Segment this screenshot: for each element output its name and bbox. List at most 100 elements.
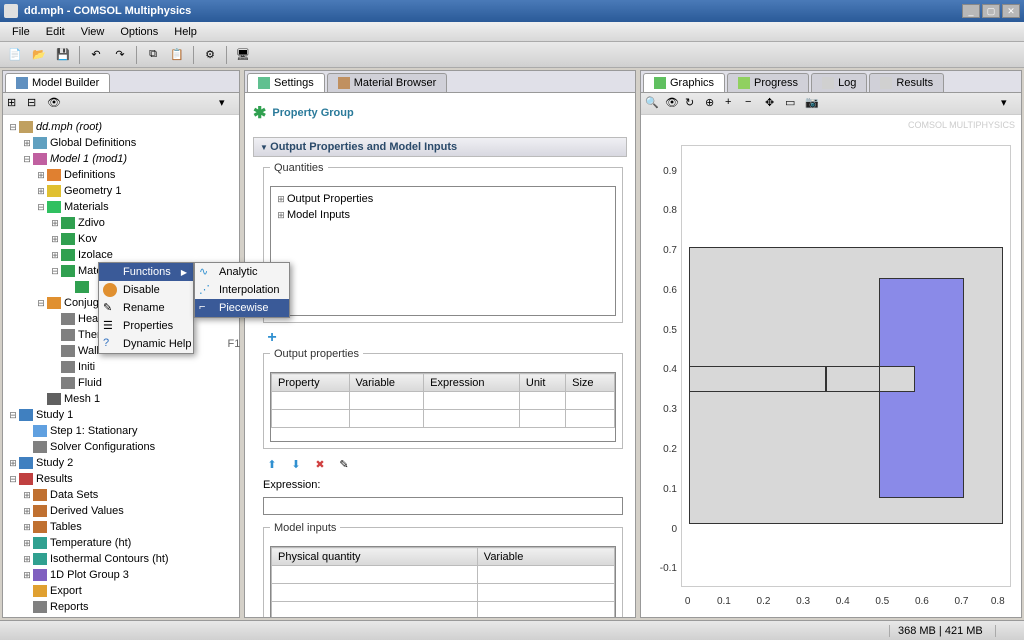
expression-input[interactable]	[263, 497, 623, 515]
collapse-icon[interactable]: ⊟	[27, 96, 43, 112]
zoom-extents-icon[interactable]: ⊕	[705, 96, 721, 112]
x-tick: 0.8	[983, 596, 1013, 607]
select-icon[interactable]: ▭	[785, 96, 801, 112]
section-output-inputs[interactable]: Output Properties and Model Inputs	[253, 137, 627, 157]
tab-results[interactable]: Results	[869, 73, 944, 92]
model-builder-toolbar: ⊞ ⊟ 👁 ▾	[3, 93, 239, 115]
tree-node[interactable]: ⊟Model 1 (mod1)	[7, 151, 235, 167]
redo-icon[interactable]: ↷	[109, 45, 131, 65]
y-tick: 0.4	[651, 364, 677, 375]
eye-icon[interactable]: 👁	[665, 96, 681, 112]
maximize-button[interactable]: ▢	[982, 4, 1000, 18]
zoom-out-icon[interactable]: −	[745, 96, 761, 112]
pan-icon[interactable]: ✥	[765, 96, 781, 112]
tree-node[interactable]: ⊞Derived Values	[7, 503, 235, 519]
menu-options[interactable]: Options	[112, 24, 166, 40]
tree-node[interactable]: Step 1: Stationary	[7, 423, 235, 439]
ctx-rename[interactable]: ✎ Rename F2	[99, 299, 193, 317]
tree-node[interactable]: ⊟Materials	[7, 199, 235, 215]
tree-node[interactable]: Reports	[7, 599, 235, 615]
tree-node[interactable]: Export	[7, 583, 235, 599]
desktop-icon[interactable]: 🖥	[232, 45, 254, 65]
settings-body: ✱ Property Group Output Properties and M…	[245, 93, 635, 617]
rename-icon: ✎	[103, 301, 117, 315]
piecewise-icon: ⌐	[199, 301, 213, 315]
move-up-icon[interactable]: ⬆	[263, 455, 281, 473]
tree-node[interactable]: Fluid	[7, 375, 235, 391]
tree-node[interactable]: ⊞Temperature (ht)	[7, 535, 235, 551]
save-icon[interactable]: 💾	[52, 45, 74, 65]
graphics-panel: Graphics Progress Log Results 🔍 👁 ↻ ⊕ + …	[640, 70, 1022, 618]
options-icon[interactable]: ▾	[219, 96, 235, 112]
ctx-properties[interactable]: ☰ Properties	[99, 317, 193, 335]
y-tick: 0.9	[651, 166, 677, 177]
tree-node[interactable]: Solver Configurations	[7, 439, 235, 455]
tree-node[interactable]: ⊞Kov	[7, 231, 235, 247]
tree-node[interactable]: ⊟Results	[7, 471, 235, 487]
tree-node[interactable]: ⊞Study 2	[7, 455, 235, 471]
tree-node[interactable]: Mesh 1	[7, 391, 235, 407]
tab-settings[interactable]: Settings	[247, 73, 325, 92]
context-submenu-functions: ∿ Analytic ⋰ Interpolation ⌐ Piecewise	[194, 262, 290, 318]
output-properties-table[interactable]: Property Variable Expression Unit Size	[270, 372, 616, 442]
menu-edit[interactable]: Edit	[38, 24, 73, 40]
close-button[interactable]: ✕	[1002, 4, 1020, 18]
tree-node[interactable]: ⊞Zdivo	[7, 215, 235, 231]
tree-icon	[16, 77, 28, 89]
paste-icon[interactable]: 📋	[166, 45, 188, 65]
tree-node[interactable]: ⊞Tables	[7, 519, 235, 535]
move-down-icon[interactable]: ⬇	[287, 455, 305, 473]
tree-node[interactable]: ⊞Isothermal Contours (ht)	[7, 551, 235, 567]
interpolation-icon: ⋰	[199, 283, 213, 297]
x-tick: 0	[673, 596, 703, 607]
tree-node[interactable]: ⊟Study 1	[7, 407, 235, 423]
ctx-dynamic-help[interactable]: ? Dynamic Help F1	[99, 335, 193, 353]
tree-node[interactable]: ⊞Global Definitions	[7, 135, 235, 151]
expand-icon[interactable]: ⊞	[7, 96, 23, 112]
ctx-disable[interactable]: Disable	[99, 281, 193, 299]
zoom-in-icon[interactable]: +	[725, 96, 741, 112]
tree-node[interactable]: ⊞1D Plot Group 3	[7, 567, 235, 583]
menu-file[interactable]: File	[4, 24, 38, 40]
model-inputs-table[interactable]: Physical quantity Variable	[270, 546, 616, 617]
tree-node[interactable]: ⊞Definitions	[7, 167, 235, 183]
tab-material-browser[interactable]: Material Browser	[327, 73, 448, 92]
zoom-icon[interactable]: 🔍	[645, 96, 661, 112]
delete-icon[interactable]: ✖	[311, 455, 329, 473]
ctx-piecewise[interactable]: ⌐ Piecewise	[195, 299, 289, 317]
menu-view[interactable]: View	[73, 24, 113, 40]
tab-progress[interactable]: Progress	[727, 73, 809, 92]
tab-graphics[interactable]: Graphics	[643, 73, 725, 92]
minimize-button[interactable]: _	[962, 4, 980, 18]
tab-model-builder[interactable]: Model Builder	[5, 73, 110, 92]
tree-node[interactable]: ⊟dd.mph (root)	[7, 119, 235, 135]
edit-icon[interactable]: ✎	[335, 455, 353, 473]
tab-log[interactable]: Log	[811, 73, 867, 92]
undo-icon[interactable]: ↶	[85, 45, 107, 65]
more-icon[interactable]: ▾	[1001, 96, 1017, 112]
tree-node[interactable]: ⊞Izolace	[7, 247, 235, 263]
new-icon[interactable]: 📄	[4, 45, 26, 65]
menu-help[interactable]: Help	[166, 24, 205, 40]
ctx-analytic[interactable]: ∿ Analytic	[195, 263, 289, 281]
y-tick: 0.3	[651, 404, 677, 415]
model-tree[interactable]: ⊟dd.mph (root)⊞Global Definitions⊟Model …	[3, 115, 239, 617]
tree-node[interactable]: ⊞Geometry 1	[7, 183, 235, 199]
open-icon[interactable]: 📂	[28, 45, 50, 65]
camera-icon[interactable]: 📷	[805, 96, 821, 112]
compute-icon[interactable]: ⚙	[199, 45, 221, 65]
graphics-canvas[interactable]: COMSOL MULTIPHYSICS 0.90.80.70.60.50.40.…	[641, 115, 1021, 617]
ctx-interpolation[interactable]: ⋰ Interpolation	[195, 281, 289, 299]
ctx-functions[interactable]: Functions▶	[99, 263, 193, 281]
x-tick: 0.5	[867, 596, 897, 607]
tree-node[interactable]: ⊞Data Sets	[7, 487, 235, 503]
add-icon[interactable]: +	[263, 329, 281, 347]
quantities-tree[interactable]: ⊞Output Properties ⊞Model Inputs	[270, 186, 616, 316]
app-icon	[4, 4, 18, 18]
y-tick: -0.1	[651, 563, 677, 574]
x-tick: 0.3	[788, 596, 818, 607]
rotate-icon[interactable]: ↻	[685, 96, 701, 112]
copy-icon[interactable]: ⧉	[142, 45, 164, 65]
show-icon[interactable]: 👁	[47, 96, 63, 112]
tree-node[interactable]: Initi	[7, 359, 235, 375]
